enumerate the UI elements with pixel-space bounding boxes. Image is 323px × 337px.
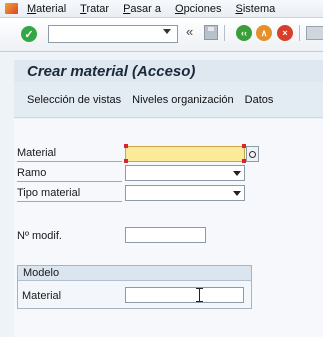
exit-icon[interactable]: ∧ [256, 25, 272, 41]
collapse-command-icon[interactable]: « [186, 24, 193, 39]
save-icon[interactable] [204, 25, 218, 40]
material-input[interactable] [125, 146, 245, 162]
toolbar-separator [299, 25, 300, 41]
required-marker [124, 159, 128, 163]
print-icon[interactable] [306, 26, 323, 40]
ok-check-icon[interactable]: ✓ [21, 26, 37, 42]
ramo-label: Ramo [17, 167, 122, 182]
chevron-down-icon[interactable] [233, 191, 241, 196]
sap-menu-icon[interactable] [5, 3, 18, 14]
cancel-icon[interactable]: × [277, 25, 293, 41]
org-levels-button[interactable]: Niveles organización [132, 94, 234, 106]
modelo-material-input[interactable] [125, 287, 244, 303]
tipo-material-label: Tipo material [17, 187, 122, 202]
menu-item-opciones[interactable]: Opciones [175, 3, 221, 15]
select-views-button[interactable]: Selección de vistas [27, 94, 121, 106]
num-modif-input[interactable] [125, 227, 206, 243]
data-button[interactable]: Datos [245, 94, 274, 106]
modelo-group-title: Modelo [18, 266, 251, 281]
page-title: Crear material (Acceso) [14, 60, 323, 82]
menu-item-tratar[interactable]: Tratar [80, 3, 109, 15]
text-cursor-icon [196, 288, 203, 302]
num-modif-label: Nº modif. [17, 230, 62, 242]
menu-item-pasar-a[interactable]: Pasar a [123, 3, 161, 15]
menu-bar: Material Tratar Pasar a Opciones Sistema [0, 0, 323, 18]
modelo-material-label: Material [22, 290, 62, 302]
ramo-select[interactable] [125, 165, 245, 181]
menu-item-sistema[interactable]: Sistema [235, 3, 275, 15]
search-icon [249, 150, 256, 158]
command-dropdown-icon[interactable] [163, 29, 171, 34]
tipo-material-select[interactable] [125, 185, 245, 201]
chevron-down-icon[interactable] [233, 171, 241, 176]
search-help-button[interactable] [246, 146, 259, 162]
application-toolbar: Selección de vistas Niveles organización… [14, 82, 323, 118]
material-label: Material [17, 147, 122, 162]
required-marker [124, 144, 128, 148]
menu-item-material[interactable]: Material [27, 3, 66, 15]
command-field[interactable] [48, 25, 178, 43]
back-icon[interactable]: ‹‹ [236, 25, 252, 41]
toolbar-separator [224, 25, 225, 41]
